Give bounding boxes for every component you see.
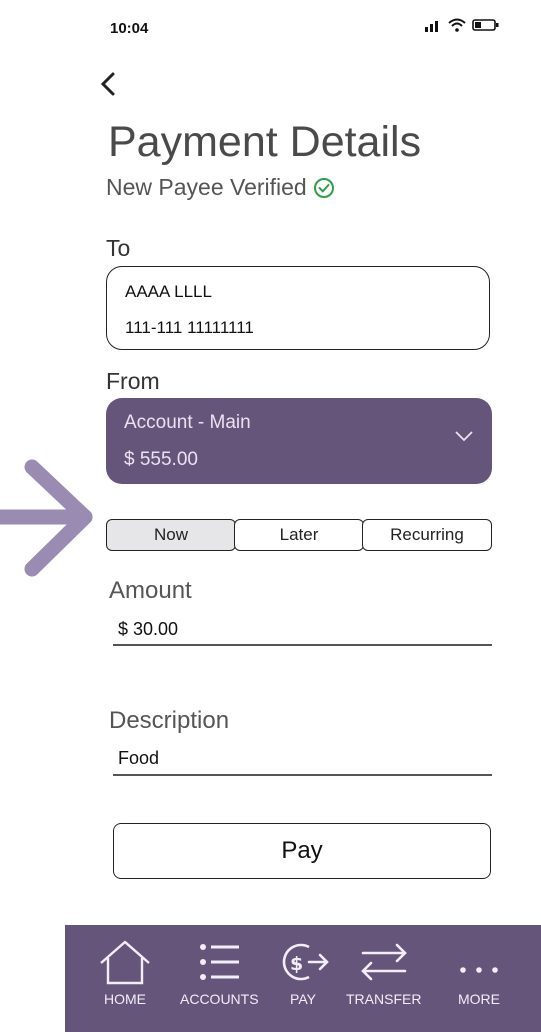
nav-home[interactable]: HOME [97, 939, 153, 1007]
nav-accounts[interactable]: ACCOUNTS [180, 939, 259, 1007]
signal-icon [425, 21, 438, 32]
amount-label: Amount [109, 577, 192, 604]
home-icon [100, 940, 150, 985]
from-label: From [106, 368, 160, 394]
nav-transfer-label: TRANSFER [346, 991, 422, 1007]
back-button[interactable] [98, 70, 120, 98]
description-label: Description [109, 707, 230, 734]
nav-pay-label: PAY [290, 991, 316, 1007]
amount-underline [113, 644, 492, 646]
nav-more-label: MORE [458, 991, 500, 1007]
chevron-down-icon [455, 431, 473, 442]
chevron-left-icon [100, 72, 115, 96]
verified-text: New Payee Verified [106, 174, 307, 200]
arrow-right-icon [0, 459, 93, 577]
status-icons [424, 18, 500, 32]
transfer-icon [360, 943, 407, 981]
nav-home-label: HOME [104, 991, 146, 1007]
nav-pay[interactable]: $ PAY [275, 939, 331, 1007]
to-label: To [106, 235, 131, 261]
amount-input[interactable]: $ 30.00 [118, 619, 178, 640]
page-title: Payment Details [108, 118, 422, 166]
schedule-now-option[interactable]: Now [106, 519, 236, 551]
verified-status: New Payee Verified [106, 174, 335, 201]
nav-transfer[interactable]: TRANSFER [346, 939, 421, 1007]
list-icon [200, 944, 240, 980]
schedule-recurring-option[interactable]: Recurring [362, 519, 492, 551]
more-icon [460, 967, 498, 973]
pay-button[interactable]: Pay [113, 823, 491, 879]
wifi-icon [448, 18, 466, 32]
nav-more[interactable]: MORE [455, 939, 503, 1007]
schedule-later-option[interactable]: Later [234, 519, 364, 551]
nav-accounts-label: ACCOUNTS [180, 991, 259, 1007]
bottom-nav: HOME ACCOUNTS $ PAY TRANSFER MORE [65, 925, 541, 1032]
payee-account: 111-111 11111111 [125, 318, 254, 337]
description-input[interactable]: Food [118, 748, 159, 769]
from-account-balance: $ 555.00 [124, 449, 198, 470]
battery-icon [472, 19, 499, 31]
from-account-dropdown[interactable]: Account - Main $ 555.00 [106, 398, 492, 484]
description-underline [113, 774, 492, 776]
payee-box[interactable]: AAAA LLLL 111-111 11111111 [106, 266, 490, 350]
pay-icon: $ [282, 943, 329, 981]
from-account-name: Account - Main [124, 412, 251, 433]
status-time: 10:04 [110, 20, 149, 37]
svg-text:$: $ [290, 953, 303, 975]
check-circle-icon [313, 177, 334, 198]
payee-name: AAAA LLLL [125, 282, 212, 301]
